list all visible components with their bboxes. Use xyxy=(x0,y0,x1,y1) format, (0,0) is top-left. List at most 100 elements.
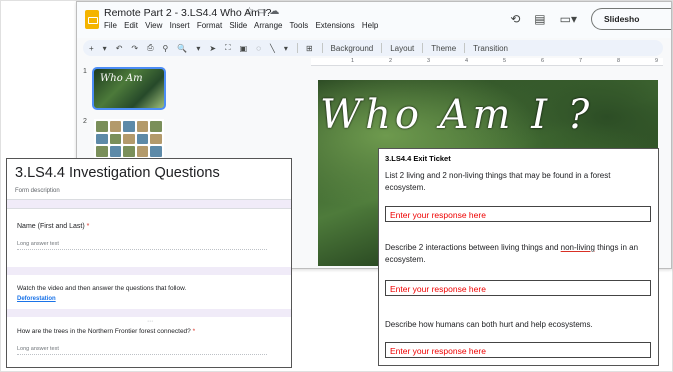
animal-image xyxy=(136,146,149,157)
transition-button[interactable]: Transition xyxy=(473,44,508,53)
ruler-mark: 5 xyxy=(503,58,507,64)
response-field-2[interactable]: Enter your response here xyxy=(385,280,651,296)
text-box-icon[interactable]: ⛶ xyxy=(225,43,231,53)
select-icon[interactable]: ➤ xyxy=(209,44,216,53)
animal-image xyxy=(123,133,135,145)
comment-icon[interactable]: ⊞ xyxy=(306,44,313,53)
new-slide-icon[interactable]: + xyxy=(89,44,94,53)
animal-image xyxy=(109,146,122,157)
form-description[interactable]: Form description xyxy=(15,188,60,194)
toolbar-divider xyxy=(381,43,383,53)
image-icon[interactable]: ▣ xyxy=(240,44,248,53)
ruler: 1 2 3 4 5 6 7 8 9 xyxy=(311,58,663,66)
undo-icon[interactable]: ↶ xyxy=(116,44,123,53)
divider xyxy=(7,208,291,209)
menu-file[interactable]: File xyxy=(104,21,117,30)
animal-image xyxy=(96,121,108,132)
menu-extensions[interactable]: Extensions xyxy=(315,21,354,30)
line-dropdown-icon[interactable]: ▾ xyxy=(284,44,288,53)
toolbar-divider xyxy=(464,43,466,53)
trees-answer-field[interactable]: Long answer text xyxy=(17,346,267,355)
menu-tools[interactable]: Tools xyxy=(290,21,309,30)
name-answer-field[interactable]: Long answer text xyxy=(17,241,267,250)
folder-move-icon[interactable]: ▭ xyxy=(257,6,269,17)
question-text: How are the trees in the Northern Fronti… xyxy=(17,328,191,335)
question-name-label: Name (First and Last) * xyxy=(17,223,89,230)
paint-format-icon[interactable]: ⚲ xyxy=(163,44,169,53)
response-field-3[interactable]: Enter your response here xyxy=(385,342,651,358)
screenshot-page: Remote Part 2 - 3.LS4.4 Who Am I? ☆▭☁ Fi… xyxy=(0,0,673,372)
slide-number: 2 xyxy=(83,118,87,125)
layout-button[interactable]: Layout xyxy=(390,44,414,53)
slides-header: Remote Part 2 - 3.LS4.4 Who Am I? ☆▭☁ Fi… xyxy=(77,2,671,38)
cloud-status-icon[interactable]: ☁ xyxy=(269,6,282,17)
exit-question-1: List 2 living and 2 non-living things th… xyxy=(385,171,611,192)
section-gap xyxy=(7,267,291,275)
animal-image xyxy=(109,133,122,145)
exit-question-2: Describe 2 interactions between living t… xyxy=(385,242,653,265)
animal-image xyxy=(123,121,135,132)
menu-insert[interactable]: Insert xyxy=(170,21,190,30)
required-marker: * xyxy=(86,223,90,230)
theme-button[interactable]: Theme xyxy=(431,44,456,53)
slide-thumbnail-2[interactable] xyxy=(94,119,164,159)
animal-image xyxy=(136,121,149,132)
toolbar-divider xyxy=(296,43,298,53)
menu-view[interactable]: View xyxy=(145,21,162,30)
exit-ticket-panel: 3.LS4.4 Exit Ticket List 2 living and 2 … xyxy=(378,148,659,366)
forms-panel: 3.LS4.4 Investigation Questions Form des… xyxy=(6,158,292,368)
animal-image xyxy=(109,121,122,132)
comments-icon[interactable]: ▤ xyxy=(534,12,545,26)
animal-image xyxy=(136,133,149,145)
ruler-mark: 4 xyxy=(465,58,469,64)
ruler-mark: 7 xyxy=(579,58,583,64)
menu-format[interactable]: Format xyxy=(197,21,222,30)
video-instruction: Watch the video and then answer the ques… xyxy=(17,285,187,292)
new-slide-dropdown-icon[interactable]: ▾ xyxy=(103,44,107,53)
toolbar: + ▾ ↶ ↷ ⎙ ⚲ 🔍 ▾ ➤ ⛶ ▣ ◌ ╲ ▾ ⊞ Background… xyxy=(83,40,663,56)
animal-image xyxy=(150,146,162,157)
drag-handle-icon[interactable]: ⋯ xyxy=(147,318,154,325)
deforestation-link[interactable]: Deforestation xyxy=(17,296,56,302)
ruler-mark: 6 xyxy=(541,58,545,64)
zoom-dropdown-icon[interactable]: ▾ xyxy=(196,44,200,53)
redo-icon[interactable]: ↷ xyxy=(131,44,138,53)
animal-image xyxy=(150,133,162,145)
ruler-mark: 1 xyxy=(351,58,355,64)
animal-image xyxy=(96,146,108,157)
response-field-1[interactable]: Enter your response here xyxy=(385,206,651,222)
menu-slide[interactable]: Slide xyxy=(229,21,247,30)
meet-icon[interactable]: ▭▾ xyxy=(560,12,577,26)
history-icon[interactable]: ⟲ xyxy=(510,12,520,26)
spelling-underline-text: non-living xyxy=(560,243,595,252)
slide-number: 1 xyxy=(83,68,87,75)
toolbar-divider xyxy=(422,43,424,53)
slide-title[interactable]: Who Am I ? xyxy=(320,92,658,138)
line-icon[interactable]: ╲ xyxy=(270,44,275,53)
shape-icon[interactable]: ◌ xyxy=(256,44,261,53)
ruler-mark: 8 xyxy=(617,58,621,64)
section-gap xyxy=(7,309,291,317)
ruler-mark: 3 xyxy=(427,58,431,64)
form-title[interactable]: 3.LS4.4 Investigation Questions xyxy=(15,165,220,181)
ruler-mark: 9 xyxy=(655,58,659,64)
animal-image xyxy=(150,121,162,132)
animal-image xyxy=(96,133,108,145)
slides-logo-icon[interactable] xyxy=(85,10,99,29)
animal-image xyxy=(123,146,135,157)
title-icons: ☆▭☁ xyxy=(245,6,282,17)
header-actions: ⟲ ▤ ▭▾ Slidesho xyxy=(510,8,671,30)
star-icon[interactable]: ☆ xyxy=(245,6,257,17)
menu-arrange[interactable]: Arrange xyxy=(254,21,282,30)
menu-bar: File Edit View Insert Format Slide Arran… xyxy=(104,21,383,30)
section-gap xyxy=(7,200,291,208)
background-button[interactable]: Background xyxy=(331,44,374,53)
menu-edit[interactable]: Edit xyxy=(124,21,138,30)
print-icon[interactable]: ⎙ xyxy=(147,43,153,53)
required-marker: * xyxy=(192,328,196,335)
menu-help[interactable]: Help xyxy=(362,21,378,30)
slide-thumbnail-1[interactable]: Who Am xyxy=(92,67,166,110)
zoom-icon[interactable]: 🔍 xyxy=(177,44,187,53)
exit-question-3: Describe how humans can both hurt and he… xyxy=(385,320,593,329)
slideshow-button[interactable]: Slidesho xyxy=(591,8,671,30)
